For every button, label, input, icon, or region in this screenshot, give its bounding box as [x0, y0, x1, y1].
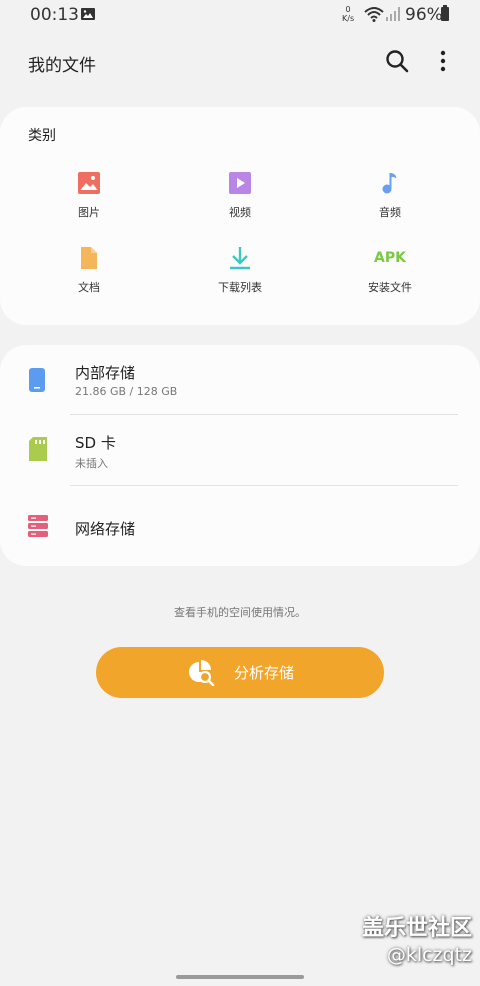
- status-bar: 00:13 0 K/s 96%: [0, 0, 480, 30]
- document-icon: [81, 247, 97, 269]
- storage-title: 内部存储: [75, 364, 136, 382]
- storage-item-internal[interactable]: 内部存储 21.86 GB / 128 GB: [0, 345, 480, 415]
- storage-title: 网络存储: [75, 520, 136, 538]
- wifi-icon: [364, 7, 384, 22]
- signal-icon: [386, 7, 400, 21]
- category-label: 图片: [78, 206, 100, 219]
- storage-usage: 21.86 GB / 128 GB: [75, 385, 178, 398]
- storage-card: 内部存储 21.86 GB / 128 GB SD 卡 未插入 网络存储: [0, 345, 480, 566]
- network-speed: 0 K/s: [342, 5, 355, 23]
- video-icon: [229, 172, 251, 194]
- server-icon: [28, 515, 48, 537]
- storage-analysis-icon: [189, 660, 215, 686]
- category-images[interactable]: 图片: [39, 170, 139, 230]
- category-audio[interactable]: 音频: [340, 170, 440, 230]
- category-label: 视频: [229, 206, 251, 219]
- watermark-handle: @klczqtz: [386, 944, 472, 966]
- category-documents[interactable]: 文档: [39, 245, 139, 305]
- categories-card: 类别 图片 视频 音频 文档 下载列表 APK 安装文件: [0, 107, 480, 325]
- battery-level: 96%: [405, 5, 443, 25]
- category-label: 音频: [379, 206, 401, 219]
- apk-icon: APK: [374, 250, 406, 266]
- storage-item-network[interactable]: 网络存储: [0, 486, 480, 556]
- image-icon: [78, 172, 100, 194]
- category-label: 文档: [78, 281, 100, 294]
- home-indicator[interactable]: [176, 975, 304, 979]
- watermark-brand: 盖乐世社区: [361, 916, 472, 941]
- category-downloads[interactable]: 下载列表: [190, 245, 290, 305]
- storage-hint: 查看手机的空间使用情况。: [174, 606, 306, 619]
- category-label: 安装文件: [368, 281, 412, 294]
- category-install-files[interactable]: APK 安装文件: [340, 245, 440, 305]
- battery-icon: [441, 5, 449, 21]
- phone-icon: [29, 368, 45, 392]
- clock: 00:13: [30, 5, 79, 25]
- page-title: 我的文件: [28, 56, 96, 76]
- category-label: 下载列表: [218, 281, 262, 294]
- storage-status: 未插入: [75, 457, 108, 470]
- download-icon: [230, 247, 250, 270]
- app-bar: 我的文件: [0, 40, 480, 84]
- storage-item-sd-card[interactable]: SD 卡 未插入: [0, 415, 480, 485]
- watermark: 盖乐世社区 @klczqtz: [362, 910, 472, 966]
- analyze-storage-button[interactable]: 分析存储: [96, 647, 384, 698]
- sd-card-icon: [29, 437, 47, 461]
- music-icon: [382, 173, 397, 194]
- search-icon[interactable]: [384, 48, 410, 74]
- category-videos[interactable]: 视频: [190, 170, 290, 230]
- image-notification-icon: [81, 8, 95, 20]
- more-options-icon[interactable]: [430, 48, 456, 74]
- categories-title: 类别: [28, 128, 56, 144]
- analyze-storage-label: 分析存储: [234, 664, 295, 682]
- storage-title: SD 卡: [75, 434, 116, 452]
